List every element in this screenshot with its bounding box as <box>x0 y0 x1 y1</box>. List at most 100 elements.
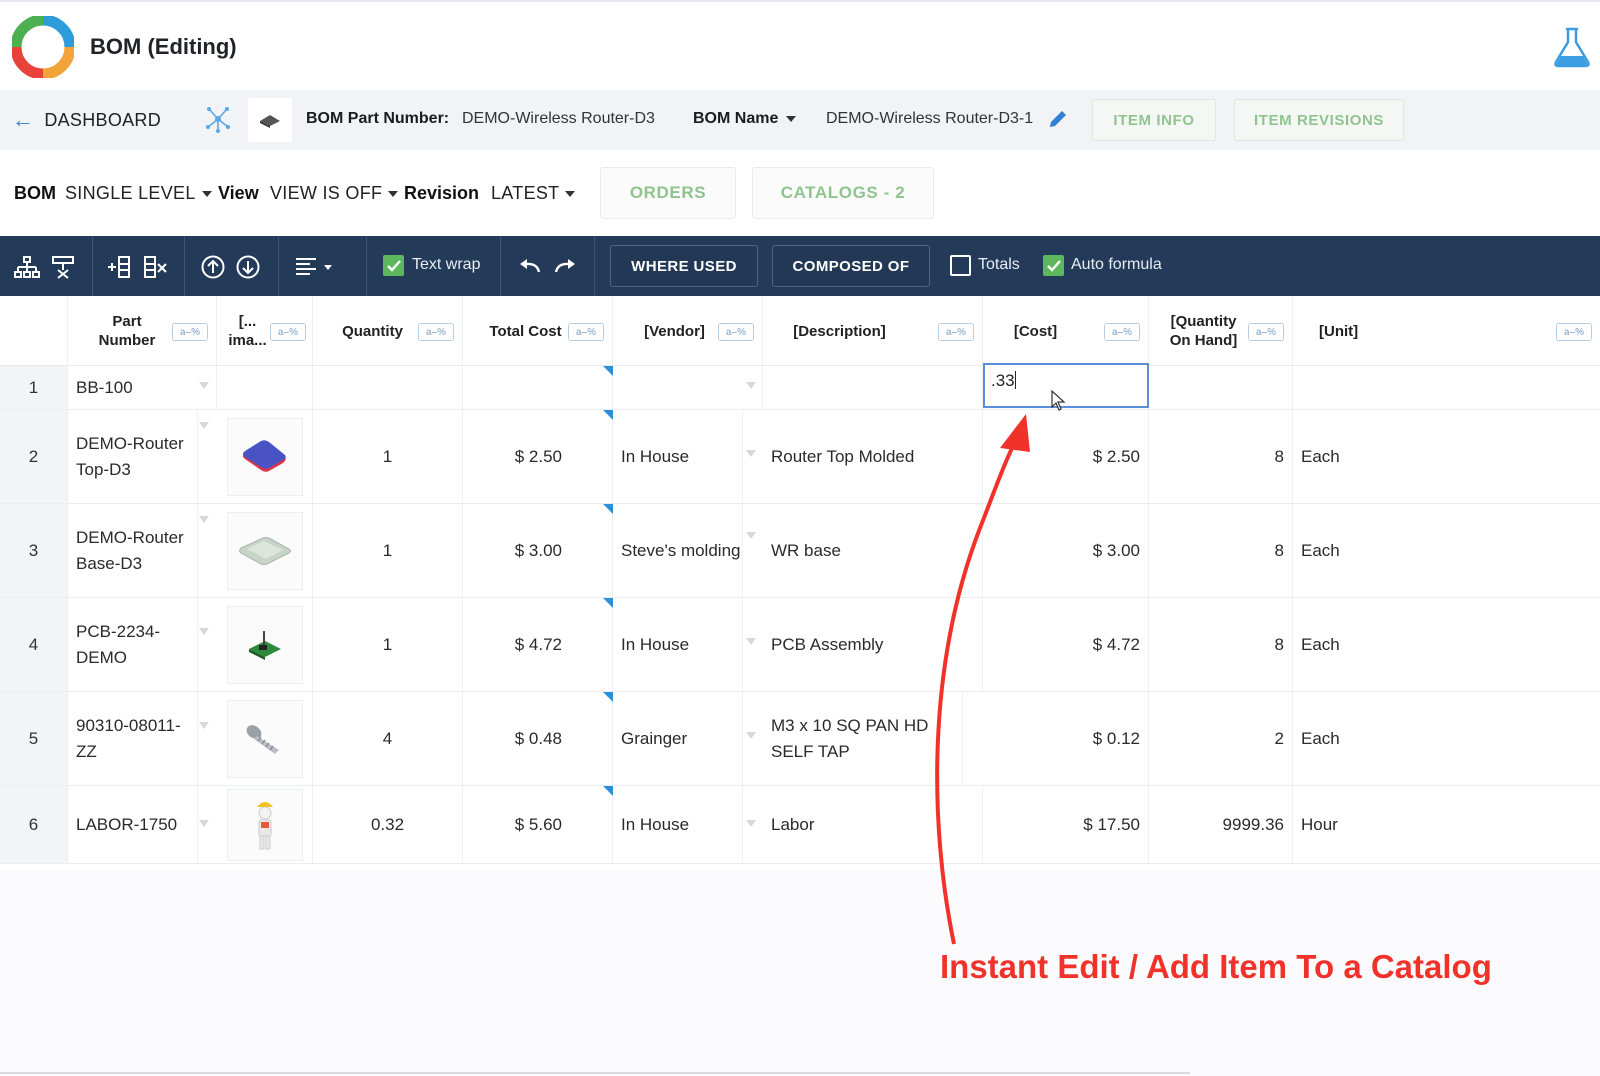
column-header-quantity[interactable]: Quantity a–% <box>313 296 463 366</box>
vendor-cell[interactable]: In House <box>613 598 743 691</box>
dropdown-arrow-icon[interactable] <box>746 638 756 645</box>
quantity-cell[interactable]: 1 <box>313 410 463 503</box>
move-up-icon[interactable] <box>200 254 226 280</box>
vendor-cell[interactable]: Steve's molding <box>613 504 743 597</box>
image-cell[interactable] <box>217 786 313 863</box>
quantity-cell[interactable]: 1 <box>313 598 463 691</box>
catalogs-button[interactable]: CATALOGS - 2 <box>752 167 934 219</box>
orders-button[interactable]: ORDERS <box>600 167 736 219</box>
dropdown-arrow-icon[interactable] <box>746 450 756 457</box>
pencil-icon[interactable] <box>1046 107 1070 131</box>
column-header-part-number[interactable]: Part Number a–% <box>68 296 217 366</box>
quantity-on-hand-cell[interactable] <box>1149 366 1293 409</box>
dropdown-arrow-icon[interactable] <box>746 532 756 539</box>
vendor-cell[interactable] <box>613 366 763 409</box>
unit-cell[interactable]: Each <box>1293 598 1600 691</box>
filter-button[interactable]: a–% <box>718 323 754 341</box>
column-header-quantity-on-hand[interactable]: [Quantity On Hand] a–% <box>1149 296 1293 366</box>
view-dropdown[interactable]: VIEW IS OFF <box>270 183 399 204</box>
dashboard-back-link[interactable]: ← DASHBOARD <box>12 107 161 133</box>
table-row[interactable]: 3 DEMO-Router Base-D3 1 $ 3.00 Steve's m… <box>0 504 1600 598</box>
cost-edit-input[interactable]: .33 <box>983 363 1149 408</box>
align-menu-icon[interactable] <box>294 254 334 280</box>
column-header-total-cost[interactable]: Total Cost a–% <box>463 296 613 366</box>
filter-button[interactable]: a–% <box>568 323 604 341</box>
filter-button[interactable]: a–% <box>172 323 208 341</box>
filter-button[interactable]: a–% <box>1248 323 1284 341</box>
vendor-cell[interactable]: Grainger <box>613 692 743 785</box>
dropdown-arrow-icon[interactable] <box>199 382 209 389</box>
move-down-icon[interactable] <box>235 254 261 280</box>
unit-cell[interactable] <box>1293 366 1600 409</box>
part-number-cell[interactable]: DEMO-Router Base-D3 <box>68 504 198 597</box>
bom-level-dropdown[interactable]: SINGLE LEVEL <box>65 183 212 204</box>
column-header-vendor[interactable]: [Vendor] a–% <box>613 296 763 366</box>
dropdown-arrow-icon[interactable] <box>199 820 209 827</box>
part-number-cell[interactable]: 90310-08011-ZZ <box>68 692 198 785</box>
dropdown-arrow-icon[interactable] <box>199 422 209 429</box>
table-row[interactable]: 2 DEMO-Router Top-D3 1 $ 2.50 In House R… <box>0 410 1600 504</box>
text-wrap-checkbox[interactable] <box>383 255 404 276</box>
filter-button[interactable]: a–% <box>1104 323 1140 341</box>
unit-cell[interactable]: Each <box>1293 504 1600 597</box>
part-number-cell[interactable]: DEMO-Router Top-D3 <box>68 410 198 503</box>
table-row[interactable]: 1 BB-100 <box>0 366 1600 410</box>
filter-button[interactable]: a–% <box>1556 323 1592 341</box>
add-column-icon[interactable] <box>106 254 132 280</box>
bom-thumbnail[interactable] <box>248 98 292 142</box>
revision-dropdown[interactable]: LATEST <box>491 183 576 204</box>
part-number-cell[interactable]: LABOR-1750 <box>68 786 198 863</box>
quantity-cell[interactable]: 0.32 <box>313 786 463 863</box>
column-header-cost[interactable]: [Cost] a–% <box>983 296 1149 366</box>
unit-cell[interactable]: Each <box>1293 692 1600 785</box>
quantity-cell[interactable]: 1 <box>313 504 463 597</box>
table-row[interactable]: 5 90310-08011-ZZ 4 $ 0.48 Grainger M3 x … <box>0 692 1600 786</box>
item-info-button[interactable]: ITEM INFO <box>1092 99 1216 141</box>
quantity-on-hand-cell[interactable]: 8 <box>1149 504 1293 597</box>
dropdown-arrow-icon[interactable] <box>199 722 209 729</box>
unit-cell[interactable]: Each <box>1293 410 1600 503</box>
bom-name-dropdown[interactable]: BOM Name <box>693 110 797 128</box>
column-header-unit[interactable]: [Unit] a–% <box>1293 296 1600 366</box>
vendor-cell[interactable]: In House <box>613 786 743 863</box>
unit-cell[interactable]: Hour <box>1293 786 1600 863</box>
filter-button[interactable]: a–% <box>270 323 306 341</box>
totals-checkbox[interactable] <box>950 255 971 276</box>
vendor-cell[interactable]: In House <box>613 410 743 503</box>
table-row[interactable]: 4 PCB-2234-DEMO 1 $ 4.72 In House PCB As… <box>0 598 1600 692</box>
image-cell[interactable] <box>217 692 313 785</box>
quantity-on-hand-cell[interactable]: 8 <box>1149 410 1293 503</box>
item-revisions-button[interactable]: ITEM REVISIONS <box>1234 99 1404 141</box>
dropdown-arrow-icon[interactable] <box>199 516 209 523</box>
image-cell[interactable] <box>217 366 313 409</box>
remove-child-icon[interactable] <box>50 254 76 280</box>
column-header-description[interactable]: [Description] a–% <box>763 296 983 366</box>
image-cell[interactable] <box>217 598 313 691</box>
quantity-on-hand-cell[interactable]: 9999.36 <box>1149 786 1293 863</box>
filter-button[interactable]: a–% <box>418 323 454 341</box>
where-used-button[interactable]: WHERE USED <box>610 245 758 287</box>
quantity-cell[interactable]: 4 <box>313 692 463 785</box>
add-child-icon[interactable] <box>14 254 40 280</box>
dropdown-arrow-icon[interactable] <box>746 732 756 739</box>
composed-of-button[interactable]: COMPOSED OF <box>772 245 930 287</box>
quantity-on-hand-cell[interactable]: 8 <box>1149 598 1293 691</box>
quantity-on-hand-cell[interactable]: 2 <box>1149 692 1293 785</box>
remove-column-icon[interactable] <box>142 254 168 280</box>
filter-button[interactable]: a–% <box>938 323 974 341</box>
image-cell[interactable] <box>217 410 313 503</box>
part-number-cell[interactable]: BB-100 <box>68 366 217 409</box>
network-icon[interactable] <box>204 105 232 133</box>
undo-icon[interactable] <box>517 254 543 280</box>
redo-icon[interactable] <box>552 254 578 280</box>
dropdown-arrow-icon[interactable] <box>199 628 209 635</box>
dropdown-arrow-icon[interactable] <box>746 820 756 827</box>
quantity-cell[interactable] <box>313 366 463 409</box>
dropdown-arrow-icon[interactable] <box>746 382 756 389</box>
description-cell[interactable] <box>763 366 983 409</box>
flask-icon[interactable] <box>1552 26 1592 68</box>
image-cell[interactable] <box>217 504 313 597</box>
auto-formula-checkbox[interactable] <box>1043 255 1064 276</box>
part-number-cell[interactable]: PCB-2234-DEMO <box>68 598 198 691</box>
table-row[interactable]: 6 LABOR-1750 0.32 $ 5.60 In House Labor … <box>0 786 1600 864</box>
